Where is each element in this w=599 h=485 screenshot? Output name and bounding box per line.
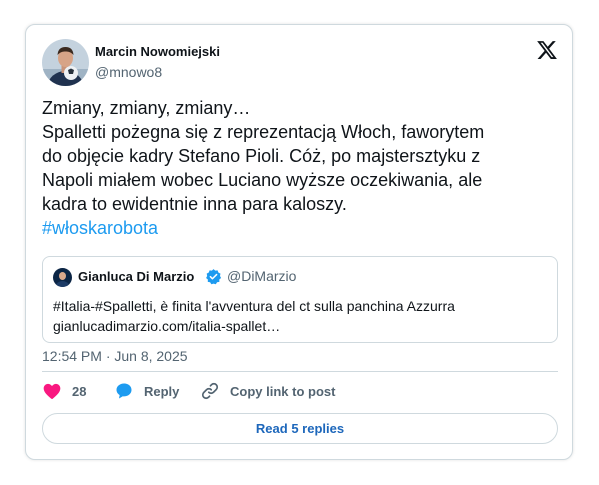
quoted-post[interactable]: Gianluca Di Marzio @DiMarzio #Italia-#Sp… [42, 256, 558, 343]
post-text: Zmiany, zmiany, zmiany… Spalletti pożegn… [42, 96, 558, 240]
like-count: 28 [72, 383, 87, 399]
author-handle[interactable]: @mnowo8 [95, 64, 162, 80]
quoted-author-handle: @DiMarzio [227, 268, 297, 284]
post-text-line: Napoli miałem wobec Luciano wyższe oczek… [42, 170, 483, 190]
author-avatar[interactable] [42, 39, 89, 86]
divider [42, 371, 558, 372]
quoted-post-text: #Italia-#Spalletti, è finita l'avventura… [53, 296, 549, 336]
quoted-author-avatar [53, 268, 72, 287]
copy-link-label: Copy link to post [230, 383, 336, 399]
heart-icon [42, 381, 62, 401]
quoted-author-name: Gianluca Di Marzio [78, 269, 195, 284]
verified-badge-icon [205, 268, 222, 285]
like-button[interactable]: 28 [42, 381, 86, 401]
post-timestamp[interactable]: 12:54 PM · Jun 8, 2025 [42, 348, 188, 364]
quoted-post-text-line: #Italia-#Spalletti, è finita l'avventura… [53, 298, 455, 314]
post-text-line: Zmiany, zmiany, zmiany… [42, 98, 251, 118]
copy-link-button[interactable]: Copy link to post [200, 381, 335, 401]
reply-button[interactable]: Reply [114, 381, 179, 401]
hashtag-link[interactable]: #włoskarobota [42, 216, 558, 240]
post-text-line: Spalletti pożegna się z reprezentacją Wł… [42, 122, 485, 142]
x-logo-icon[interactable] [536, 39, 558, 61]
author-name[interactable]: Marcin Nowomiejski [95, 44, 220, 59]
reply-label: Reply [144, 383, 180, 399]
embedded-post-card: Marcin Nowomiejski @mnowo8 Zmiany, zmian… [25, 24, 573, 460]
post-text-line: do objęcie kadry Stefano Pioli. Cóż, po … [42, 146, 481, 166]
read-replies-button[interactable]: Read 5 replies [42, 413, 558, 444]
quoted-post-link: gianlucadimarzio.com/italia-spallet… [53, 318, 281, 334]
link-icon [200, 381, 220, 401]
speech-bubble-icon [114, 381, 134, 401]
post-text-line: kadra to ewidentnie inna para kaloszy. [42, 194, 347, 214]
